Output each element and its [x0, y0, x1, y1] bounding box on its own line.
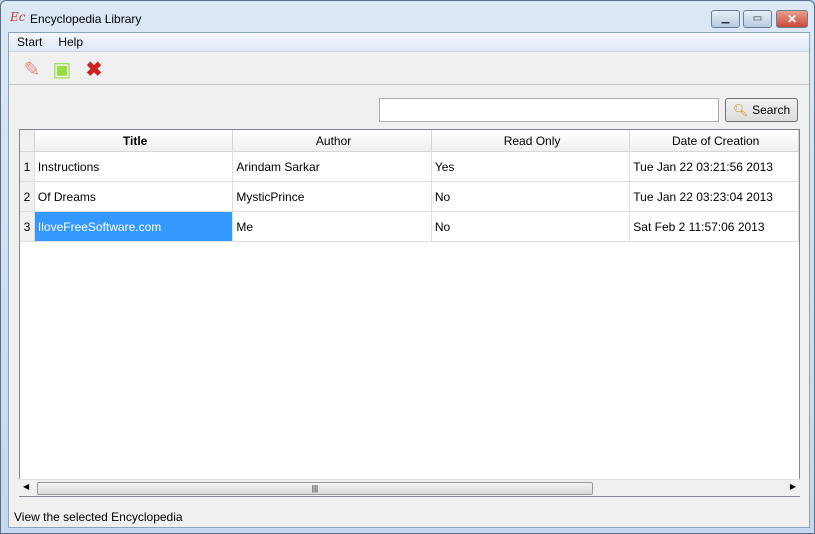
cell-title[interactable]: Of Dreams [35, 182, 234, 211]
cell-date[interactable]: Tue Jan 22 03:23:04 2013 [630, 182, 799, 211]
status-bar: View the selected Encyclopedia [14, 510, 183, 524]
column-header-author[interactable]: Author [233, 130, 432, 151]
column-header-title[interactable]: Title [35, 130, 234, 151]
toolbar: ✎ ▣ ✖ [9, 52, 809, 85]
menu-help[interactable]: Help [50, 33, 91, 51]
cell-author[interactable]: Me [233, 212, 432, 241]
row-number[interactable]: 2 [20, 182, 35, 211]
delete-icon[interactable]: ✖ [83, 59, 105, 81]
table-row[interactable]: 1 Instructions Arindam Sarkar Yes Tue Ja… [20, 152, 799, 182]
column-header-read-only[interactable]: Read Only [432, 130, 631, 151]
cell-date[interactable]: Sat Feb 2 11:57:06 2013 [630, 212, 799, 241]
horizontal-scrollbar[interactable]: ◀ ||| ▶ [19, 479, 800, 496]
corner-cell[interactable] [20, 130, 35, 151]
scroll-right-icon[interactable]: ▶ [790, 482, 796, 491]
row-number[interactable]: 3 [20, 212, 35, 241]
app-logo-icon: Ec [10, 10, 26, 24]
main-window: Ec Encyclopedia Library ▁ ▭ ✕ Start Help… [0, 0, 815, 534]
table-row[interactable]: 3 IloveFreeSoftware.com Me No Sat Feb 2 … [20, 212, 799, 242]
client-area: Start Help ✎ ▣ ✖ 🔍︎ Search Title Author R… [8, 32, 810, 528]
cell-date[interactable]: Tue Jan 22 03:21:56 2013 [630, 152, 799, 181]
menu-start[interactable]: Start [9, 33, 50, 51]
encyclopedia-table: Title Author Read Only Date of Creation … [19, 129, 800, 497]
search-button-label: Search [752, 103, 791, 117]
magnifier-icon: 🔍︎ [732, 103, 749, 117]
cell-author[interactable]: MysticPrince [233, 182, 432, 211]
scrollbar-thumb[interactable]: ||| [37, 482, 593, 495]
close-button[interactable]: ✕ [776, 10, 808, 28]
cell-title[interactable]: Instructions [35, 152, 234, 181]
window-title: Encyclopedia Library [30, 12, 142, 26]
menu-bar: Start Help [9, 33, 809, 52]
maximize-button[interactable]: ▭ [743, 10, 772, 28]
cell-read-only[interactable]: No [432, 212, 631, 241]
search-button[interactable]: 🔍︎ Search [725, 98, 798, 122]
table-header: Title Author Read Only Date of Creation [20, 130, 799, 152]
cell-read-only[interactable]: Yes [432, 152, 631, 181]
edit-icon[interactable]: ✎ [21, 59, 43, 81]
table-row[interactable]: 2 Of Dreams MysticPrince No Tue Jan 22 0… [20, 182, 799, 212]
minimize-button[interactable]: ▁ [711, 10, 740, 28]
open-icon[interactable]: ▣ [51, 59, 73, 81]
search-input[interactable] [379, 98, 719, 122]
cell-read-only[interactable]: No [432, 182, 631, 211]
row-number[interactable]: 1 [20, 152, 35, 181]
column-header-date[interactable]: Date of Creation [630, 130, 799, 151]
cell-title-selected[interactable]: IloveFreeSoftware.com [34, 212, 234, 241]
title-bar[interactable]: Ec Encyclopedia Library ▁ ▭ ✕ [1, 1, 814, 33]
cell-author[interactable]: Arindam Sarkar [233, 152, 432, 181]
scroll-left-icon[interactable]: ◀ [23, 482, 29, 491]
